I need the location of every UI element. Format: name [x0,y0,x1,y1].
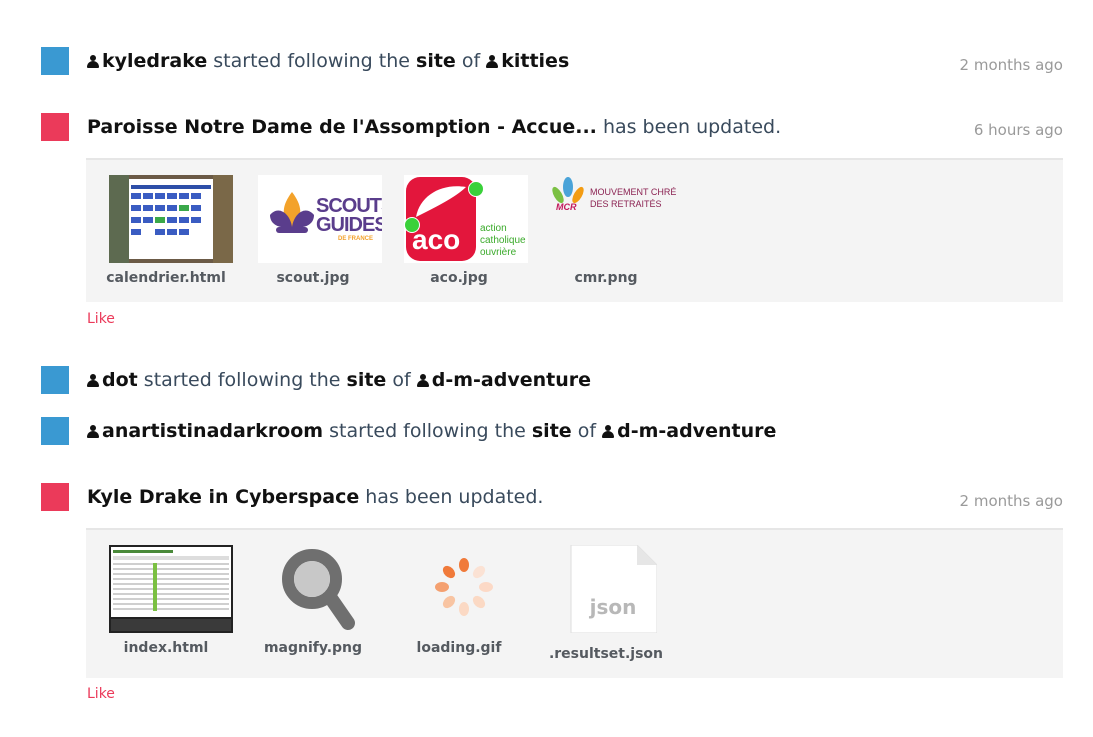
file-item[interactable]: SCOUTS GUIDES DE FRANCE scout.jpg [243,175,383,295]
file-name: scout.jpg [276,270,350,286]
green-dot [468,181,484,197]
timestamp: 2 months ago [959,56,1063,74]
actor-link[interactable]: dot [102,369,138,391]
file-item[interactable]: MCR MOUVEMENT CHRÉ DES RETRAITÉS cmr.png [536,175,676,295]
user-icon [486,54,499,68]
user-icon [87,54,99,68]
follow-marker [41,417,69,445]
loading-spinner-icon [435,558,493,616]
actor-link[interactable]: kyledrake [102,50,207,72]
update-marker [41,483,69,511]
logo-text: DE FRANCE [338,236,374,242]
follow-marker [41,366,69,394]
event-text: anartistinadarkroom started following th… [87,419,776,443]
feed-item-follow: anartistinadarkroom started following th… [0,417,1093,445]
target-link[interactable]: kitties [501,50,569,72]
timestamp: 2 months ago [959,492,1063,510]
target-link[interactable]: d-m-adventure [432,369,591,391]
image-thumbnail: aco action catholique ouvrière [404,175,528,263]
update-marker [41,113,69,141]
feed-item-follow: kyledrake started following the site of … [0,47,1093,75]
feed-item-update: Kyle Drake in Cyberspace has been update… [0,483,1093,713]
file-item[interactable]: calendrier.html [96,175,236,295]
logo-text: GUIDES [316,214,382,236]
file-name: index.html [123,640,209,656]
event-text: dot started following the site of d-m-ad… [87,368,591,392]
user-icon [416,373,429,387]
document-icon: json [569,545,657,633]
site-link[interactable]: Kyle Drake in Cyberspace [87,486,359,508]
object-link[interactable]: site [416,50,456,72]
event-text: Paroisse Notre Dame de l'Assomption - Ac… [87,116,782,138]
file-list: calendrier.html SCOUTS GUIDES DE FRANCE … [86,158,1063,302]
site-link[interactable]: Paroisse Notre Dame de l'Assomption - Ac… [87,116,597,138]
image-thumbnail: MCR MOUVEMENT CHRÉ DES RETRAITÉS [548,175,678,263]
file-item[interactable]: aco action catholique ouvrière aco.jpg [389,175,529,295]
event-text: kyledrake started following the site of … [87,49,569,73]
file-list: index.html magnify.png loading.gif json … [86,528,1063,678]
event-text: Kyle Drake in Cyberspace has been update… [87,486,544,508]
user-icon [602,424,615,438]
feed-item-follow: dot started following the site of d-m-ad… [0,366,1093,394]
magnify-icon [282,549,355,630]
user-icon [87,373,99,387]
object-link[interactable]: site [347,369,387,391]
file-item[interactable]: loading.gif [389,545,529,670]
file-item[interactable]: index.html [96,545,236,670]
file-name: calendrier.html [106,270,226,286]
file-item[interactable]: magnify.png [243,545,383,670]
target-link[interactable]: d-m-adventure [617,420,776,442]
object-link[interactable]: site [532,420,572,442]
file-name: loading.gif [416,640,502,656]
file-name: magnify.png [263,640,363,656]
file-item[interactable]: json .resultset.json [536,545,676,670]
image-thumbnail: SCOUTS GUIDES DE FRANCE [258,175,382,263]
feed-item-update: Paroisse Notre Dame de l'Assomption - Ac… [0,113,1093,333]
fleur-de-lis-logo [270,192,314,233]
follow-marker [41,47,69,75]
file-name: aco.jpg [430,270,488,286]
screenshot-thumbnail [109,175,233,263]
screenshot-thumbnail [109,545,233,633]
actor-link[interactable]: anartistinadarkroom [102,420,323,442]
timestamp: 6 hours ago [973,121,1063,139]
file-name: .resultset.json [548,646,664,662]
green-dot [404,217,420,233]
like-link[interactable]: Like [87,311,115,327]
like-link[interactable]: Like [87,686,115,702]
user-icon [87,424,99,438]
file-name: cmr.png [574,270,638,286]
